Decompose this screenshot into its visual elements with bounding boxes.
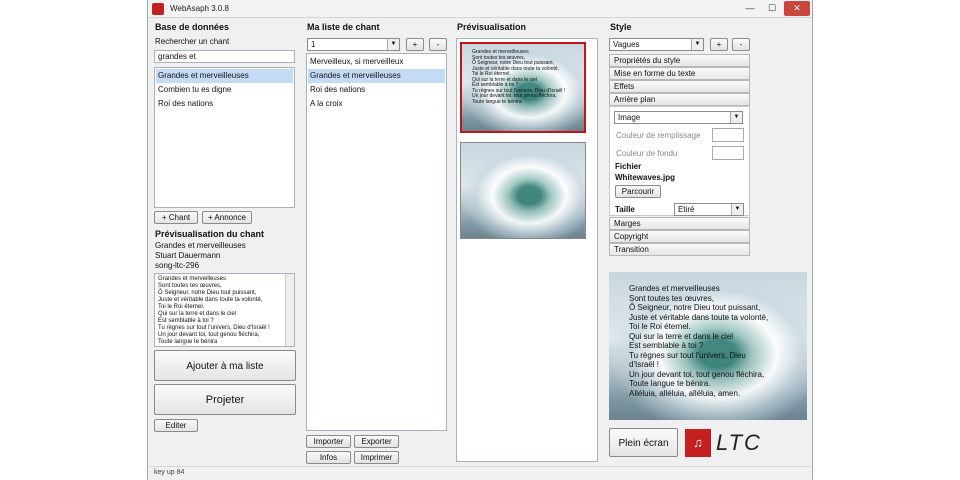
file-label: Fichier: [615, 162, 642, 171]
style-select[interactable]: Vagues ▼: [609, 38, 704, 51]
remove-playlist-button[interactable]: -: [429, 38, 447, 51]
slide-preview-list[interactable]: Grandes et merveilleuses Sont toutes tes…: [456, 38, 598, 462]
lyrics-scrollbar[interactable]: [285, 274, 294, 346]
playlist-heading: Ma liste de chant: [307, 22, 380, 32]
music-note-icon: ♫: [685, 429, 711, 457]
info-button[interactable]: Infos: [306, 451, 351, 464]
style-properties-section[interactable]: Propriétés du style: [609, 54, 750, 67]
add-style-button[interactable]: +: [710, 38, 728, 51]
print-button[interactable]: Imprimer: [354, 451, 399, 464]
export-button[interactable]: Exporter: [354, 435, 399, 448]
maximize-button[interactable]: ☐: [762, 1, 782, 16]
song-preview-heading: Prévisualisation du chant: [155, 229, 265, 239]
status-bar: key up 84: [148, 466, 812, 480]
list-item[interactable]: Merveilleux, si merveilleux: [308, 55, 445, 69]
file-name: Whitewaves.jpg: [615, 173, 676, 182]
add-to-list-button[interactable]: Ajouter à ma liste: [154, 350, 296, 381]
app-window: WebAsaph 3.0.8 — ☐ ✕ Base de données Rec…: [147, 0, 813, 480]
add-announcement-button[interactable]: + Annonce: [202, 211, 252, 224]
song-id: song-ltc-296: [155, 261, 200, 270]
background-panel: Image ▼ Couleur de remplissage Couleur d…: [609, 106, 750, 216]
playlist-select[interactable]: 1 ▼: [307, 38, 400, 51]
slide-thumbnail-background[interactable]: [460, 142, 586, 239]
playlist-select-value: 1: [311, 40, 316, 49]
size-label: Taille: [615, 205, 635, 214]
preview-heading: Prévisualisation: [457, 22, 527, 32]
status-text: key up 84: [154, 469, 185, 476]
style-select-value: Vagues: [613, 40, 640, 49]
song-author: Stuart Dauermann: [155, 251, 221, 260]
song-title: Grandes et merveilleuses: [155, 241, 246, 250]
live-output-lyrics: Grandes et merveilleuses Sont toutes tes…: [629, 284, 769, 398]
import-button[interactable]: Importer: [306, 435, 351, 448]
edit-button[interactable]: Editer: [154, 419, 198, 432]
song-lyrics-preview[interactable]: Grandes et merveilleuses Sont toutes tes…: [154, 273, 295, 347]
chevron-down-icon: ▼: [730, 112, 742, 123]
size-select[interactable]: Etiré ▼: [674, 203, 744, 216]
title-bar: WebAsaph 3.0.8 — ☐ ✕: [148, 0, 812, 18]
copyright-section[interactable]: Copyright: [609, 230, 750, 243]
chevron-down-icon: ▼: [731, 204, 743, 215]
browse-button[interactable]: Parcourir: [615, 185, 661, 198]
chevron-down-icon: ▼: [387, 39, 399, 50]
fill-color-label: Couleur de remplissage: [616, 131, 701, 140]
background-type-value: Image: [618, 113, 641, 122]
add-song-button[interactable]: + Chant: [154, 211, 198, 224]
fill-color-picker[interactable]: [712, 128, 744, 142]
list-item[interactable]: Grandes et merveilleuses: [156, 69, 293, 83]
search-input[interactable]: grandes et: [154, 50, 295, 63]
live-output-preview: Grandes et merveilleuses Sont toutes tes…: [609, 272, 807, 420]
close-button[interactable]: ✕: [784, 1, 810, 16]
song-lyrics-text: Grandes et merveilleuses Sont toutes tes…: [158, 276, 270, 345]
background-type-select[interactable]: Image ▼: [614, 111, 743, 124]
database-heading: Base de données: [155, 22, 230, 32]
slide-thumbnail-lyrics: Grandes et merveilleuses Sont toutes tes…: [472, 49, 566, 105]
background-section[interactable]: Arrière plan: [609, 93, 750, 106]
project-button[interactable]: Projeter: [154, 384, 296, 415]
blend-color-label: Couleur de fondu: [616, 149, 678, 158]
playlist-items-list[interactable]: Merveilleux, si merveilleux Grandes et m…: [306, 53, 447, 431]
transition-section[interactable]: Transition: [609, 243, 750, 256]
remove-style-button[interactable]: -: [732, 38, 750, 51]
ltc-logo: LTC: [716, 430, 762, 455]
list-item[interactable]: Roi des nations: [308, 83, 445, 97]
list-item[interactable]: Grandes et merveilleuses: [308, 69, 445, 83]
effects-section[interactable]: Effets: [609, 80, 750, 93]
text-format-section[interactable]: Mise en forme du texte: [609, 67, 750, 80]
list-item[interactable]: A la croix: [308, 97, 445, 111]
chevron-down-icon: ▼: [691, 39, 703, 50]
style-heading: Style: [610, 22, 632, 32]
list-item[interactable]: Combien tu es digne: [156, 83, 293, 97]
app-icon: [152, 3, 164, 15]
blend-color-picker[interactable]: [712, 146, 744, 160]
minimize-button[interactable]: —: [740, 1, 760, 16]
fullscreen-button[interactable]: Plein écran: [609, 428, 678, 457]
list-item[interactable]: Roi des nations: [156, 97, 293, 111]
margins-section[interactable]: Marges: [609, 217, 750, 230]
window-title: WebAsaph 3.0.8: [170, 4, 230, 13]
search-label: Rechercher un chant: [155, 37, 230, 46]
song-results-list[interactable]: Grandes et merveilleuses Combien tu es d…: [154, 67, 295, 208]
add-playlist-button[interactable]: +: [406, 38, 424, 51]
size-select-value: Etiré: [678, 205, 695, 214]
slide-thumbnail-current[interactable]: Grandes et merveilleuses Sont toutes tes…: [460, 42, 586, 133]
